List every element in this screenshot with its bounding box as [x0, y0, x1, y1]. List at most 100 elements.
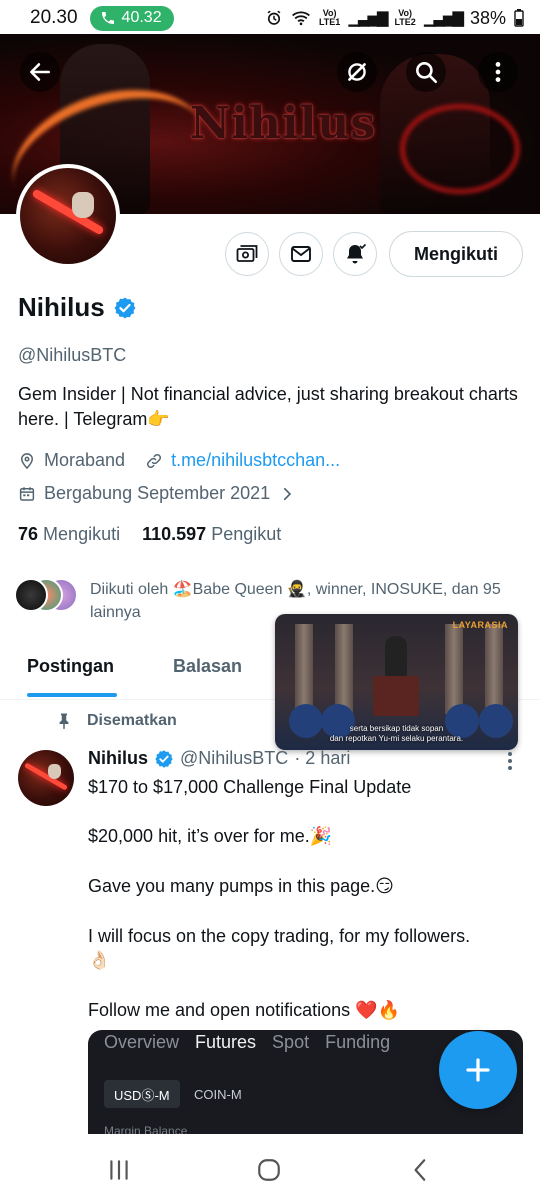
followers-count: 110.597: [142, 524, 207, 544]
call-timer-pill[interactable]: 40.32: [89, 5, 174, 31]
sim2-label: Vo) LTE2: [394, 8, 416, 27]
home-button[interactable]: [254, 1156, 284, 1184]
verified-badge-icon[interactable]: [113, 296, 137, 320]
tweet-text-line: I will focus on the copy trading, for my…: [88, 926, 471, 946]
android-nav-bar: [0, 1140, 540, 1200]
compose-post-button[interactable]: [439, 1031, 517, 1109]
home-icon: [258, 1159, 280, 1181]
alarm-icon: [267, 10, 281, 25]
image-bottom-text: Margin Balance: [104, 1124, 188, 1134]
following-stat[interactable]: 76 Mengikuti: [18, 524, 120, 545]
tweet-more-button[interactable]: [506, 752, 514, 770]
video-channel-logo: LAYARASIA: [452, 620, 508, 630]
status-time: 20.30: [30, 7, 78, 28]
chevron-right-icon: [284, 487, 292, 500]
link-icon: [147, 453, 162, 468]
verified-badge-icon: [155, 749, 173, 768]
follower-avatar-1: [14, 578, 48, 612]
back-arrow-icon: [30, 63, 50, 81]
tweet-text-line: Gave you many pumps in this page.😏: [88, 876, 394, 896]
profile-meta-location-row: Moraband t.me/nihilusbtcchan...: [18, 450, 340, 471]
call-timer: 40.32: [121, 9, 162, 26]
profile-website-link[interactable]: t.me/nihilusbtcchan...: [171, 450, 340, 471]
tweet-time: · 2 hari: [294, 748, 351, 768]
video-subtitle-2: dan repotkan Yu-mi selaku perantara.: [329, 734, 464, 743]
video-pillar: [295, 624, 313, 714]
profile-joined-date: Bergabung September 2021: [44, 483, 271, 503]
message-button[interactable]: [279, 232, 323, 276]
battery-percent: 38%: [469, 7, 506, 28]
tab-balasan[interactable]: Balasan: [173, 656, 242, 677]
profile-avatar[interactable]: [16, 164, 120, 268]
active-tab-indicator: [27, 693, 117, 697]
back-icon: [414, 1159, 426, 1181]
tweet-header: Nihilus @NihilusBTC · 2 hari: [88, 748, 350, 769]
profile-bio: Gem Insider | Not financial advice, just…: [18, 384, 518, 429]
profile-handle: @NihilusBTC: [18, 345, 127, 365]
pinned-label: Disematkan: [87, 712, 177, 729]
tweet-author-avatar[interactable]: [18, 750, 74, 806]
followers-stat[interactable]: 110.597 Pengikut: [142, 524, 281, 545]
video-podium: [373, 676, 419, 716]
banner-title: Nihilus: [190, 98, 377, 149]
signal-bars-2: ▁▃▅▇: [423, 9, 464, 27]
follow-stats: 76 Mengikuti 110.597 Pengikut: [18, 524, 281, 545]
following-count: 76: [18, 524, 39, 544]
phone-icon: [101, 12, 114, 24]
pip-video-player[interactable]: LAYARASIA serta bersikap tidak sopan dan…: [275, 614, 518, 750]
recent-apps-button[interactable]: [104, 1156, 134, 1184]
search-icon: [416, 62, 438, 84]
more-options-button[interactable]: [478, 52, 518, 92]
followed-by-avatars: [14, 578, 80, 612]
envelope-icon: [291, 246, 311, 262]
tweet-text-line: $170 to $17,000 Challenge Final Update: [88, 777, 412, 797]
signal-bars-1: ▁▃▅▇: [348, 9, 388, 27]
video-subtitle-1: serta bersikap tidak sopan: [349, 724, 444, 733]
video-pillar: [335, 624, 353, 714]
video-pillar: [485, 624, 503, 714]
tweet-text-line: 👌🏻: [88, 950, 111, 970]
notifications-button[interactable]: [333, 232, 377, 276]
followers-label: Pengikut: [211, 524, 282, 544]
profile-meta-joined-row[interactable]: Bergabung September 2021: [18, 483, 296, 504]
profile-name: Nihilus: [18, 292, 105, 322]
grok-button[interactable]: [337, 52, 377, 92]
recent-apps-icon: [110, 1160, 128, 1180]
pin-icon: [59, 713, 69, 730]
system-back-button[interactable]: [406, 1156, 436, 1184]
following-button[interactable]: Mengikuti: [389, 231, 523, 277]
plus-icon: [466, 1058, 490, 1082]
image-pill-usdm: USDⓈ-M: [104, 1080, 180, 1108]
battery-icon: [514, 9, 524, 27]
calendar-icon: [19, 486, 35, 501]
image-tab: Overview: [104, 1032, 180, 1052]
status-icons: Vo) LTE1 ▁▃▅▇ Vo) LTE2 ▁▃▅▇ 38%: [265, 8, 524, 29]
back-button[interactable]: [20, 52, 60, 92]
pinned-label-row: Disematkan: [55, 712, 177, 730]
tweet-text-line: Follow me and open notifications ❤️🔥: [88, 1000, 400, 1020]
grok-icon: [348, 63, 366, 81]
avatar-mask: [48, 764, 61, 779]
avatar-lightsaber: [23, 762, 69, 791]
image-tab: Spot: [272, 1032, 310, 1052]
following-label: Mengikuti: [43, 524, 121, 544]
location-pin-icon: [20, 452, 34, 469]
image-tab-active: Futures: [195, 1032, 257, 1052]
wifi-icon: [292, 11, 310, 26]
video-figure: [385, 636, 407, 676]
money-icon: [236, 245, 258, 262]
avatar-mask: [72, 192, 94, 218]
tweet-text-line: $20,000 hit, it’s over for me.🎉: [88, 826, 333, 846]
tab-postingan[interactable]: Postingan: [27, 656, 114, 677]
image-pill-coinm: COIN-M: [194, 1086, 242, 1102]
image-exchange-tabs: Overview Futures Spot Funding: [104, 1032, 390, 1053]
avatar-lightsaber: [31, 188, 105, 236]
tweet-author-name[interactable]: Nihilus: [88, 748, 148, 769]
search-button[interactable]: [406, 52, 446, 92]
status-bar: 20.30 40.32 Vo) LTE1 ▁▃▅▇ Vo) LTE2 ▁▃▅▇ 38…: [0, 0, 540, 36]
profile-name-row: Nihilus: [18, 292, 137, 323]
image-tab: Funding: [325, 1032, 391, 1052]
subscribe-button[interactable]: [225, 232, 269, 276]
tweet-author-handle: @NihilusBTC: [180, 748, 289, 768]
more-vertical-icon: [495, 62, 501, 82]
